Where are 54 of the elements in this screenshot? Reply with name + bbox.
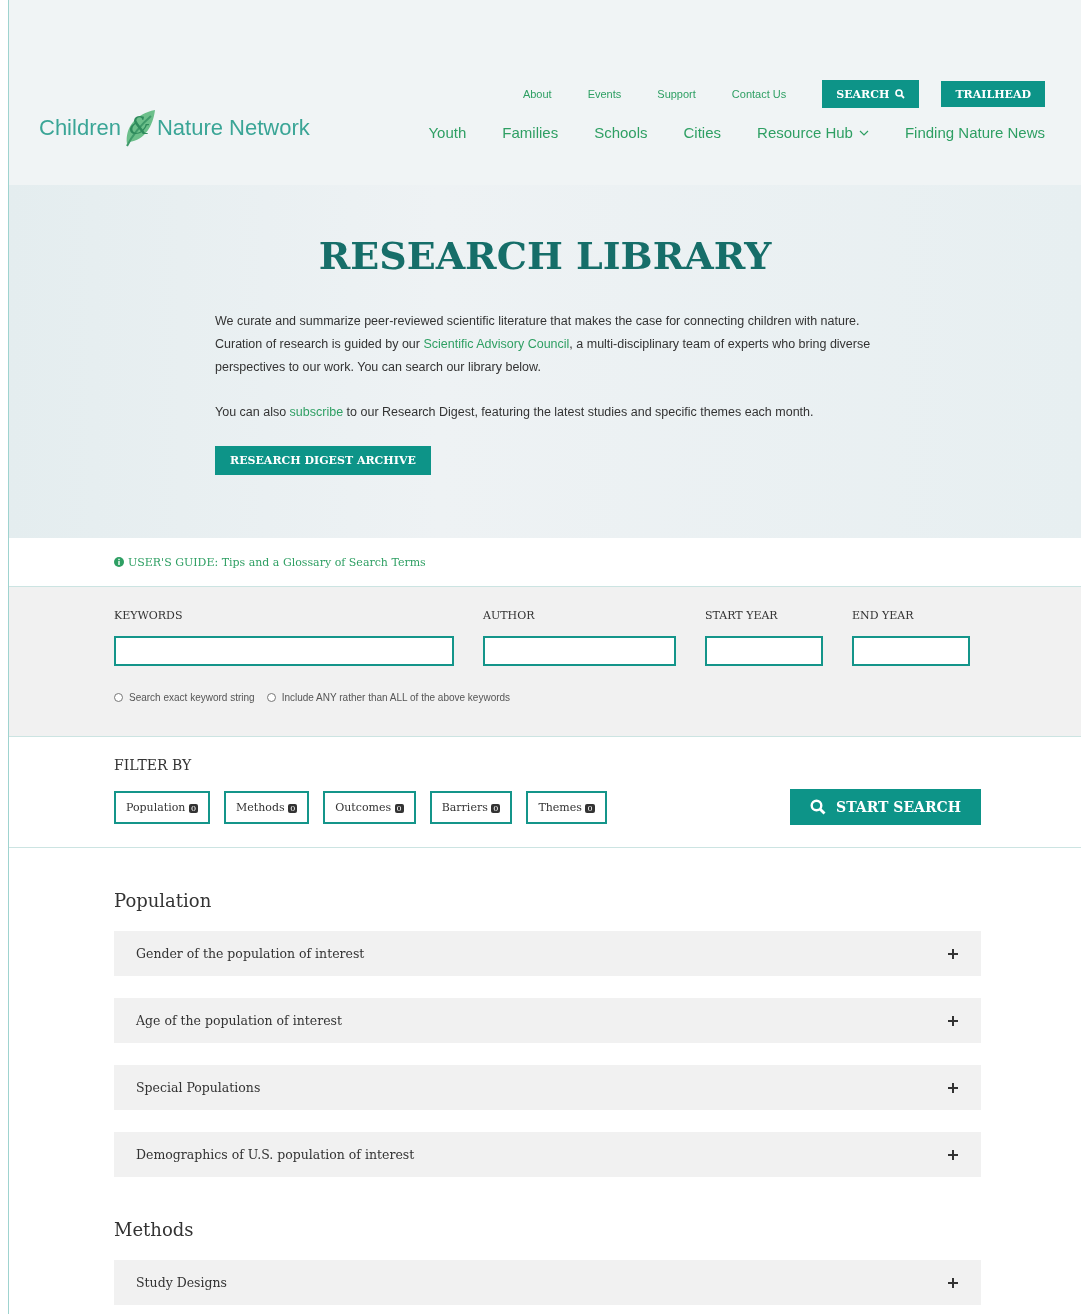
text-link[interactable]: subscribe — [289, 405, 344, 419]
search-icon — [810, 799, 827, 815]
filter-chip[interactable]: Population 0 — [114, 790, 211, 824]
filter-chip[interactable]: Barriers 0 — [429, 790, 513, 824]
intro-paragraph: You can also subscribe to our Research Digest, featuring the latest studies and specific themes each month. — [215, 404, 815, 421]
radio-button[interactable] — [114, 693, 123, 702]
plus-icon — [947, 1014, 959, 1027]
nav-link[interactable]: Cities — [683, 124, 722, 141]
option-label: Include ANY rather than ALL of the above keywords — [281, 692, 511, 703]
filter-heading: FILTER BY — [114, 757, 193, 773]
accordion-item[interactable]: Gender of the population of interest — [114, 931, 981, 976]
intro-paragraph: We curate and summarize peer-reviewed scientific literature that makes the case for connecting children with nature. Curation of research is guided by our Scientific Advisory Council, a multi-disciplinary team of experts who bring diverse perspectives to our work. You can search our library below. — [215, 313, 872, 376]
plus-icon — [947, 947, 959, 960]
search-icon — [895, 89, 906, 99]
nav-link[interactable]: Resource Hub — [757, 124, 869, 141]
section-heading: Population — [114, 890, 213, 911]
accordion-item[interactable]: Demographics of U.S. population of interest — [114, 1132, 981, 1177]
nav-link[interactable]: Schools — [594, 124, 648, 141]
digest-archive-button[interactable]: RESEARCH DIGEST ARCHIVE — [215, 446, 431, 475]
page-title: RESEARCH LIBRARY — [317, 233, 773, 278]
section-heading: Methods — [114, 1219, 195, 1240]
nav-link[interactable]: Youth — [428, 124, 467, 141]
plus-icon — [947, 1276, 959, 1289]
field-label: START YEAR — [705, 609, 779, 622]
option-label: Search exact keyword string — [129, 692, 255, 703]
filter-chip[interactable]: Outcomes 0 — [323, 790, 416, 824]
nav-link[interactable]: Finding Nature News — [904, 124, 1045, 141]
plus-icon — [947, 1081, 959, 1094]
field-label: KEYWORDS — [114, 609, 184, 622]
input-field[interactable] — [483, 636, 676, 666]
utility-link[interactable]: Events — [587, 88, 622, 100]
accordion-item[interactable]: Age of the population of interest — [114, 998, 981, 1043]
logo-text[interactable]: Nature Network — [156, 115, 310, 141]
accordion-item[interactable]: Special Populations — [114, 1065, 981, 1110]
filter-chip[interactable]: Themes 0 — [526, 790, 607, 824]
radio-button[interactable] — [266, 693, 276, 702]
input-field[interactable] — [852, 636, 970, 666]
info-icon — [114, 557, 124, 567]
accordion-item[interactable]: Study Designs — [114, 1260, 981, 1305]
filter-chip[interactable]: Methods 0 — [224, 790, 310, 824]
nav-link[interactable]: Families — [502, 124, 559, 141]
start-search-button[interactable]: START SEARCH — [790, 789, 981, 825]
utility-link[interactable]: Contact Us — [731, 88, 787, 100]
plus-icon — [947, 1148, 959, 1161]
trailhead-button[interactable]: TRAILHEAD — [941, 81, 1045, 107]
logo-text[interactable]: Children — [39, 115, 121, 141]
field-label: END YEAR — [852, 609, 915, 622]
search-button[interactable]: SEARCH — [822, 80, 920, 108]
utility-link[interactable]: About — [522, 88, 552, 100]
input-field[interactable] — [114, 636, 454, 666]
input-field[interactable] — [705, 636, 823, 666]
users-guide-link[interactable]: USER'S GUIDE: Tips and a Glossary of Search Terms — [128, 555, 426, 569]
utility-link[interactable]: Support — [657, 88, 696, 100]
field-label: AUTHOR — [483, 609, 536, 622]
